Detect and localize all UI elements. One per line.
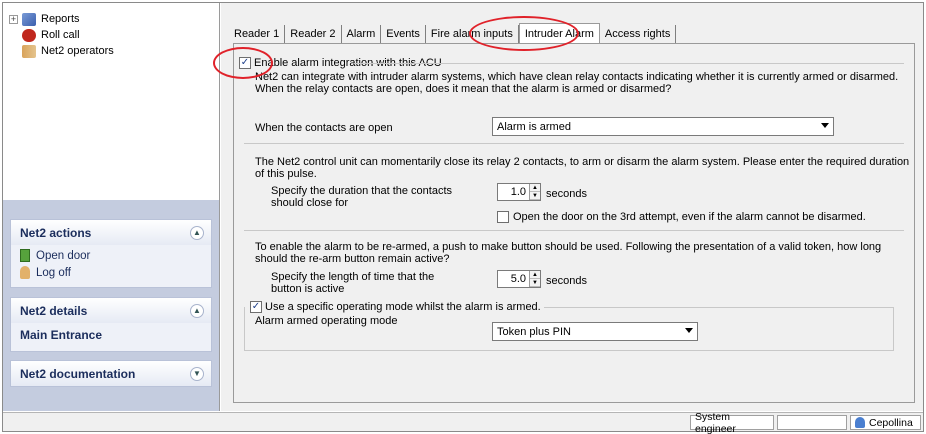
active-time-label: Specify the length of time that the butt…: [271, 271, 435, 295]
stepper-down-icon[interactable]: ▼: [530, 279, 540, 287]
tree-item-label: Roll call: [41, 29, 80, 41]
tab-reader-1[interactable]: Reader 1: [229, 25, 286, 43]
tab-alarm[interactable]: Alarm: [342, 25, 382, 43]
net2-actions-panel: Net2 actions ▲ Open door Log off: [10, 219, 212, 288]
active-time-stepper[interactable]: 5.0 ▲ ▼: [497, 270, 541, 288]
status-site-label: Cepollina: [869, 416, 913, 429]
status-site: Cepollina: [850, 415, 921, 430]
status-user: System engineer: [690, 411, 774, 434]
operating-mode-dropdown[interactable]: Token plus PIN: [492, 322, 698, 341]
door-icon: [20, 249, 30, 262]
panel-title: Net2 documentation: [20, 366, 136, 381]
application-window: + Reports Roll call Net2 operators Net2 …: [2, 2, 924, 434]
enable-integration-checkbox[interactable]: ✓: [239, 57, 251, 69]
duration-label: Specify the duration that the contacts s…: [271, 185, 453, 209]
user-icon: [855, 417, 865, 428]
panel-title: Net2 actions: [20, 225, 92, 240]
panel-title: Net2 details: [20, 303, 88, 318]
log-off-link[interactable]: Log off: [20, 264, 202, 281]
chevron-down-icon: [821, 123, 829, 128]
panel-header[interactable]: Net2 actions ▲: [11, 220, 211, 245]
group-divider: [354, 63, 904, 64]
contacts-open-dropdown[interactable]: Alarm is armed: [492, 117, 834, 136]
tree-item-reports[interactable]: + Reports: [9, 11, 80, 27]
stepper-up-icon[interactable]: ▲: [530, 271, 540, 279]
mode-enable-label: Use a specific operating mode whilst the…: [265, 301, 541, 313]
group-divider: [244, 230, 904, 231]
tree-expander[interactable]: +: [9, 14, 18, 24]
panel-header[interactable]: Net2 documentation ▼: [11, 361, 211, 386]
group-divider: [244, 143, 904, 144]
contacts-open-label: When the contacts are open: [255, 122, 393, 134]
tab-events[interactable]: Events: [381, 25, 426, 43]
collapse-icon[interactable]: ▲: [190, 303, 204, 318]
tab-reader-2[interactable]: Reader 2: [285, 25, 342, 43]
stepper-value: 1.0: [510, 186, 526, 198]
open-door-label: Open the door on the 3rd attempt, even i…: [513, 211, 866, 223]
roll-call-icon: [22, 28, 36, 42]
log-off-icon: [20, 266, 30, 279]
tree-item-net2-operators[interactable]: Net2 operators: [9, 43, 114, 59]
active-time-unit: seconds: [546, 275, 587, 287]
collapse-icon[interactable]: ▲: [190, 225, 204, 240]
mode-label: Alarm armed operating mode: [255, 315, 398, 327]
mode-enable-checkbox[interactable]: ✓: [250, 301, 262, 313]
open-door-link[interactable]: Open door: [20, 247, 202, 264]
mode-enable-row: ✓ Use a specific operating mode whilst t…: [250, 301, 544, 313]
expand-icon[interactable]: ▼: [190, 366, 204, 381]
details-value: Main Entrance: [20, 328, 103, 342]
net2-details-panel: Net2 details ▲ Main Entrance: [10, 297, 212, 352]
tab-access-rights[interactable]: Access rights: [600, 25, 677, 43]
reports-icon: [22, 12, 36, 26]
panel-header[interactable]: Net2 details ▲: [11, 298, 211, 323]
rearm-text: To enable the alarm to be re-armed, a pu…: [255, 241, 882, 265]
tab-strip: Reader 1 Reader 2 Alarm Events Fire alar…: [229, 23, 677, 43]
dropdown-value: Alarm is armed: [497, 120, 571, 133]
navigation-pane: + Reports Roll call Net2 operators Net2 …: [3, 3, 220, 411]
duration-unit: seconds: [546, 188, 587, 200]
stepper-value: 5.0: [510, 273, 526, 285]
pulse-text: The Net2 control unit can momentarily cl…: [255, 156, 910, 180]
operators-icon: [22, 44, 36, 58]
open-door-checkbox[interactable]: [497, 211, 509, 223]
chevron-down-icon: [685, 328, 693, 333]
status-empty-cell: [777, 415, 847, 430]
status-bar: System engineer Cepollina: [3, 411, 923, 434]
tab-fire-alarm-inputs[interactable]: Fire alarm inputs: [426, 25, 519, 43]
tab-intruder-alarm[interactable]: Intruder Alarm: [518, 23, 600, 43]
intro-text: Net2 can integrate with intruder alarm s…: [255, 71, 899, 95]
link-label: Open door: [36, 249, 91, 262]
link-label: Log off: [36, 266, 71, 279]
tree-item-label: Net2 operators: [41, 45, 114, 57]
duration-stepper[interactable]: 1.0 ▲ ▼: [497, 183, 541, 201]
dropdown-value: Token plus PIN: [497, 325, 571, 338]
stepper-up-icon[interactable]: ▲: [530, 184, 540, 192]
net2-documentation-panel: Net2 documentation ▼: [10, 360, 212, 387]
tree-item-roll-call[interactable]: Roll call: [9, 27, 80, 43]
task-panels: Net2 actions ▲ Open door Log off Net2 de…: [3, 200, 219, 411]
content-pane: Reader 1 Reader 2 Alarm Events Fire alar…: [213, 3, 923, 411]
stepper-down-icon[interactable]: ▼: [530, 192, 540, 200]
intruder-alarm-tab-page: ✓ Enable alarm integration with this ACU…: [233, 43, 915, 403]
open-door-row: Open the door on the 3rd attempt, even i…: [497, 211, 866, 223]
tree-item-label: Reports: [41, 13, 80, 25]
